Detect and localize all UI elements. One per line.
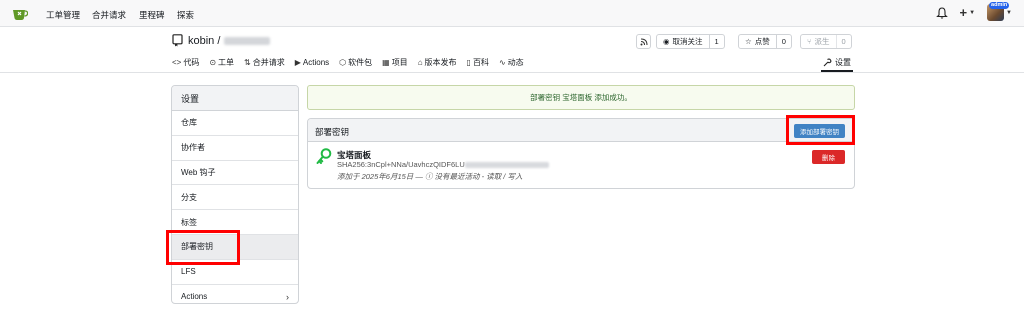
star-count[interactable]: 0 (777, 35, 791, 48)
sidebar-header: 设置 (172, 86, 298, 111)
sidebar-item-lfs[interactable]: LFS (172, 260, 298, 285)
nav-issues-link[interactable]: 工单管理 (46, 9, 80, 21)
repo-icon (172, 34, 183, 47)
chevron-down-icon: ▼ (1006, 9, 1012, 16)
rss-button[interactable] (636, 34, 651, 49)
chevron-right-icon: › (286, 291, 289, 302)
gitea-logo-icon[interactable] (12, 7, 28, 21)
deploy-keys-panel: 部署密钥 添加部署密钥 宝塔面板 SHA256:3nCpl+NNa/Uavhcz… (307, 118, 855, 189)
star-button[interactable]: ☆ 点赞 0 (738, 34, 792, 49)
nav-milestones-link[interactable]: 里程碑 (139, 9, 165, 21)
sidebar-item-tags[interactable]: 标签 (172, 210, 298, 235)
tag-icon: ⌂ (417, 58, 423, 67)
delete-key-button[interactable]: 删除 (812, 150, 845, 164)
star-icon: ☆ (745, 37, 752, 46)
tab-releases[interactable]: ⌂ 版本发布 (418, 57, 457, 68)
sidebar-item-deploy-keys[interactable]: 部署密钥 (172, 234, 298, 260)
tab-pulls[interactable]: ⇅ 合并请求 (244, 57, 285, 68)
settings-sidebar: 设置 仓库 协作者 Web 钩子 分支 标签 部署密钥 LFS Actions › (171, 85, 299, 304)
package-icon: ⬡ (339, 58, 347, 67)
key-icon (316, 148, 332, 164)
add-deploy-key-button[interactable]: 添加部署密钥 (794, 124, 845, 138)
issue-icon: ⊙ (209, 58, 217, 67)
tab-wiki[interactable]: ▯ 百科 (467, 57, 489, 68)
tab-issues[interactable]: ⊙ 工单 (209, 57, 234, 68)
nav-right-group: + ▼ admin ▼ (935, 2, 1012, 21)
notification-bell-icon[interactable] (935, 6, 948, 19)
pulse-icon: ∿ (498, 58, 506, 67)
play-icon: ▶ (294, 58, 301, 67)
pull-request-icon: ⇅ (244, 58, 251, 67)
tab-code[interactable]: <> 代码 (172, 57, 199, 68)
admin-badge: admin (989, 2, 1010, 9)
sidebar-item-collaborators[interactable]: 协作者 (172, 136, 298, 161)
deploy-key-meta: 添加于 2025年6月15日 — ⓘ 没有最近活动 - 读取 / 写入 (337, 172, 523, 181)
tab-projects[interactable]: ▦ 项目 (382, 57, 408, 68)
sidebar-item-repository[interactable]: 仓库 (172, 111, 298, 136)
project-icon: ▦ (382, 58, 390, 67)
nav-pulls-link[interactable]: 合并请求 (92, 9, 126, 21)
fork-count[interactable]: 0 (837, 35, 851, 48)
fork-icon: ⑂ (807, 37, 812, 46)
repo-header: kobin / ◉ 取消关注 1 ☆ 点赞 0 ⑂ 派生 0 <> 代码 ⊙ 工单 … (0, 28, 1024, 73)
watch-button[interactable]: ◉ 取消关注 1 (656, 34, 725, 49)
code-icon: <> (172, 58, 182, 67)
eye-icon: ◉ (663, 37, 670, 46)
tab-settings[interactable]: 设置 (821, 55, 853, 72)
watch-count[interactable]: 1 (710, 35, 724, 48)
sidebar-item-actions[interactable]: Actions › (172, 285, 298, 303)
rss-icon (637, 35, 651, 48)
panel-title: 部署密钥 (315, 127, 350, 137)
sidebar-item-branches[interactable]: 分支 (172, 185, 298, 211)
tools-icon (823, 58, 832, 67)
repo-title[interactable]: kobin / (188, 35, 271, 47)
top-navbar: 工单管理 合并请求 里程碑 探索 + ▼ admin ▼ (0, 0, 1024, 27)
book-icon: ▯ (466, 58, 471, 67)
repo-tabs: <> 代码 ⊙ 工单 ⇅ 合并请求 ▶ Actions ⬡ 软件包 ▦ 项目 ⌂ 版本发布 ▯… (172, 57, 534, 68)
chevron-down-icon: ▼ (969, 9, 976, 16)
nav-explore-link[interactable]: 探索 (177, 9, 194, 21)
tab-actions[interactable]: ▶ Actions (295, 57, 329, 68)
fork-button[interactable]: ⑂ 派生 0 (800, 34, 852, 49)
repo-name-redacted[interactable] (224, 37, 271, 46)
repo-owner-link[interactable]: kobin / (188, 35, 220, 47)
plus-icon: + (959, 5, 968, 20)
tab-packages[interactable]: ⬡ 软件包 (339, 57, 372, 68)
create-new-menu[interactable]: + ▼ (960, 5, 976, 20)
fingerprint-redacted (464, 162, 549, 169)
deploy-key-fingerprint: SHA256:3nCpl+NNa/UavhczQIDF6LU (337, 160, 549, 169)
tab-activity[interactable]: ∿ 动态 (499, 57, 524, 68)
success-message: 部署密钥 宝塔面板 添加成功。 (307, 85, 855, 110)
user-menu[interactable]: admin ▼ (987, 2, 1012, 21)
panel-header: 部署密钥 添加部署密钥 (308, 119, 854, 142)
sidebar-item-webhooks[interactable]: Web 钩子 (172, 161, 298, 186)
